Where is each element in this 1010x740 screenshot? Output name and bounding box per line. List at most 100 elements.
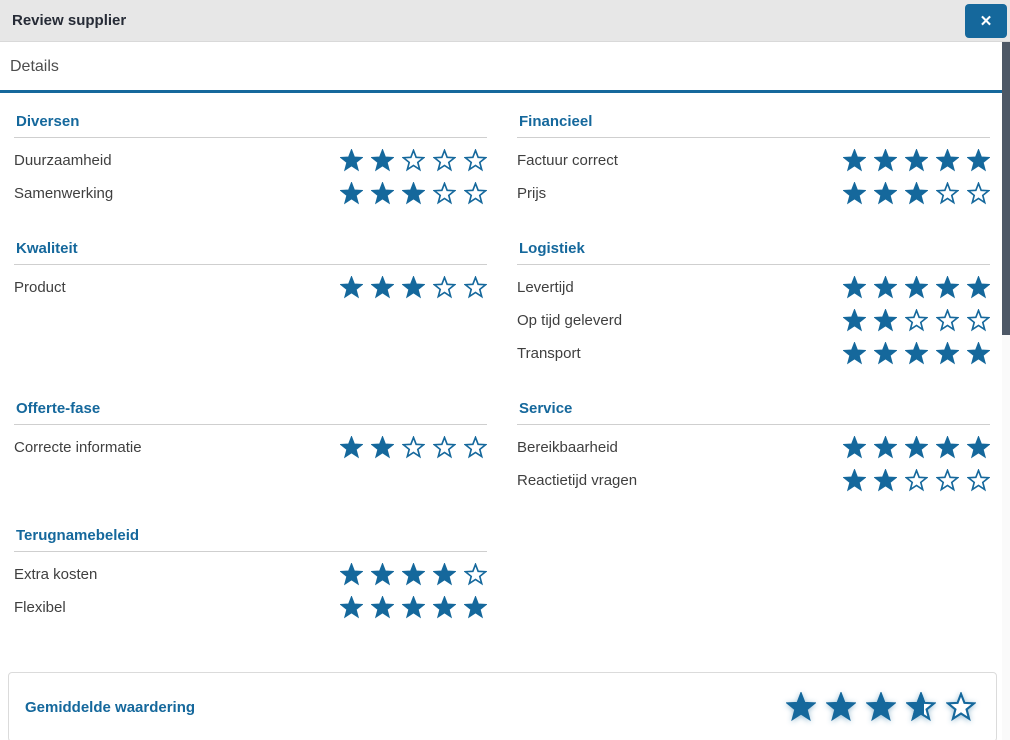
- star-empty-icon[interactable]: [936, 309, 959, 332]
- star-filled-icon[interactable]: [843, 436, 866, 459]
- star-filled-icon[interactable]: [936, 276, 959, 299]
- star-filled-icon[interactable]: [874, 276, 897, 299]
- star-empty-icon[interactable]: [905, 469, 928, 492]
- star-rating: [835, 436, 990, 459]
- rating-row: Prijs: [517, 177, 990, 210]
- star-empty-icon[interactable]: [433, 276, 456, 299]
- category-section: TerugnamebeleidExtra kostenFlexibel: [14, 527, 487, 624]
- star-filled-icon[interactable]: [402, 276, 425, 299]
- star-empty-icon[interactable]: [464, 149, 487, 172]
- star-filled-icon: [786, 692, 816, 722]
- star-empty-icon[interactable]: [967, 182, 990, 205]
- star-filled-icon[interactable]: [905, 436, 928, 459]
- star-rating: [835, 276, 990, 299]
- star-empty-icon[interactable]: [464, 436, 487, 459]
- category-section: LogistiekLevertijdOp tijd geleverdTransp…: [517, 240, 990, 370]
- star-filled-icon[interactable]: [371, 436, 394, 459]
- category-title: Logistiek: [517, 240, 990, 265]
- star-filled-icon[interactable]: [874, 469, 897, 492]
- star-empty-icon[interactable]: [402, 436, 425, 459]
- star-filled-icon[interactable]: [843, 149, 866, 172]
- close-button[interactable]: ✕: [965, 4, 1007, 38]
- star-filled-icon[interactable]: [340, 436, 363, 459]
- star-filled-icon[interactable]: [433, 563, 456, 586]
- scrollbar-thumb[interactable]: [1002, 42, 1010, 335]
- star-filled-icon[interactable]: [874, 309, 897, 332]
- star-empty-icon[interactable]: [905, 309, 928, 332]
- star-empty-icon[interactable]: [464, 182, 487, 205]
- modal-header: Review supplier ✕: [0, 0, 1010, 42]
- star-filled-icon[interactable]: [340, 276, 363, 299]
- rating-label: Factuur correct: [517, 152, 618, 169]
- rating-row: Bereikbaarheid: [517, 431, 990, 464]
- star-filled-icon[interactable]: [936, 436, 959, 459]
- star-empty-icon[interactable]: [433, 149, 456, 172]
- star-filled-icon[interactable]: [371, 596, 394, 619]
- star-filled-icon[interactable]: [843, 276, 866, 299]
- star-rating: [332, 182, 487, 205]
- rating-row: Extra kosten: [14, 558, 487, 591]
- category-section: DiversenDuurzaamheidSamenwerking: [14, 113, 487, 210]
- rating-row: Factuur correct: [517, 144, 990, 177]
- star-filled-icon[interactable]: [340, 596, 363, 619]
- star-filled-icon[interactable]: [874, 342, 897, 365]
- star-empty-icon[interactable]: [433, 436, 456, 459]
- star-filled-icon[interactable]: [905, 182, 928, 205]
- rating-row: Reactietijd vragen: [517, 464, 990, 497]
- star-filled-icon[interactable]: [905, 342, 928, 365]
- close-icon: ✕: [980, 12, 993, 30]
- star-empty-icon[interactable]: [433, 182, 456, 205]
- rating-row: Correcte informatie: [14, 431, 487, 464]
- star-empty-icon[interactable]: [464, 563, 487, 586]
- star-empty-icon[interactable]: [967, 469, 990, 492]
- star-filled-icon[interactable]: [936, 342, 959, 365]
- star-filled-icon[interactable]: [371, 149, 394, 172]
- star-filled-icon[interactable]: [874, 182, 897, 205]
- star-filled-icon[interactable]: [905, 276, 928, 299]
- rating-row: Product: [14, 271, 487, 304]
- star-filled-icon[interactable]: [371, 563, 394, 586]
- category-title: Service: [517, 400, 990, 425]
- star-filled-icon[interactable]: [967, 342, 990, 365]
- rating-row: Duurzaamheid: [14, 144, 487, 177]
- star-filled-icon[interactable]: [843, 342, 866, 365]
- star-filled-icon[interactable]: [874, 436, 897, 459]
- star-filled-icon[interactable]: [936, 149, 959, 172]
- star-filled-icon[interactable]: [371, 182, 394, 205]
- rating-label: Correcte informatie: [14, 439, 142, 456]
- star-filled-icon[interactable]: [433, 596, 456, 619]
- star-filled-icon[interactable]: [340, 149, 363, 172]
- star-filled-icon[interactable]: [843, 182, 866, 205]
- rating-row: Levertijd: [517, 271, 990, 304]
- category-title: Kwaliteit: [14, 240, 487, 265]
- star-filled-icon[interactable]: [402, 563, 425, 586]
- star-filled-icon[interactable]: [402, 596, 425, 619]
- star-rating: [332, 436, 487, 459]
- category-title: Diversen: [14, 113, 487, 138]
- review-supplier-modal: Review supplier ✕ Details Diversen Duurza…: [0, 0, 1010, 740]
- star-filled-icon[interactable]: [843, 309, 866, 332]
- star-filled-icon[interactable]: [874, 149, 897, 172]
- star-rating: [332, 149, 487, 172]
- star-empty-icon[interactable]: [464, 276, 487, 299]
- star-empty-icon[interactable]: [936, 469, 959, 492]
- star-empty-icon[interactable]: [402, 149, 425, 172]
- star-filled-icon[interactable]: [402, 182, 425, 205]
- star-empty-icon[interactable]: [936, 182, 959, 205]
- rating-label: Extra kosten: [14, 566, 97, 583]
- star-filled-icon[interactable]: [967, 276, 990, 299]
- star-filled-icon[interactable]: [371, 276, 394, 299]
- rating-row: Transport: [517, 337, 990, 370]
- star-empty-icon[interactable]: [967, 309, 990, 332]
- star-rating: [835, 149, 990, 172]
- star-filled-icon[interactable]: [967, 149, 990, 172]
- star-filled-icon[interactable]: [905, 149, 928, 172]
- star-filled-icon[interactable]: [967, 436, 990, 459]
- star-filled-icon[interactable]: [843, 469, 866, 492]
- star-filled-icon[interactable]: [340, 182, 363, 205]
- star-filled-icon[interactable]: [340, 563, 363, 586]
- tab-details[interactable]: Details: [10, 58, 59, 76]
- modal-title: Review supplier: [12, 12, 126, 29]
- rating-label: Flexibel: [14, 599, 66, 616]
- star-filled-icon[interactable]: [464, 596, 487, 619]
